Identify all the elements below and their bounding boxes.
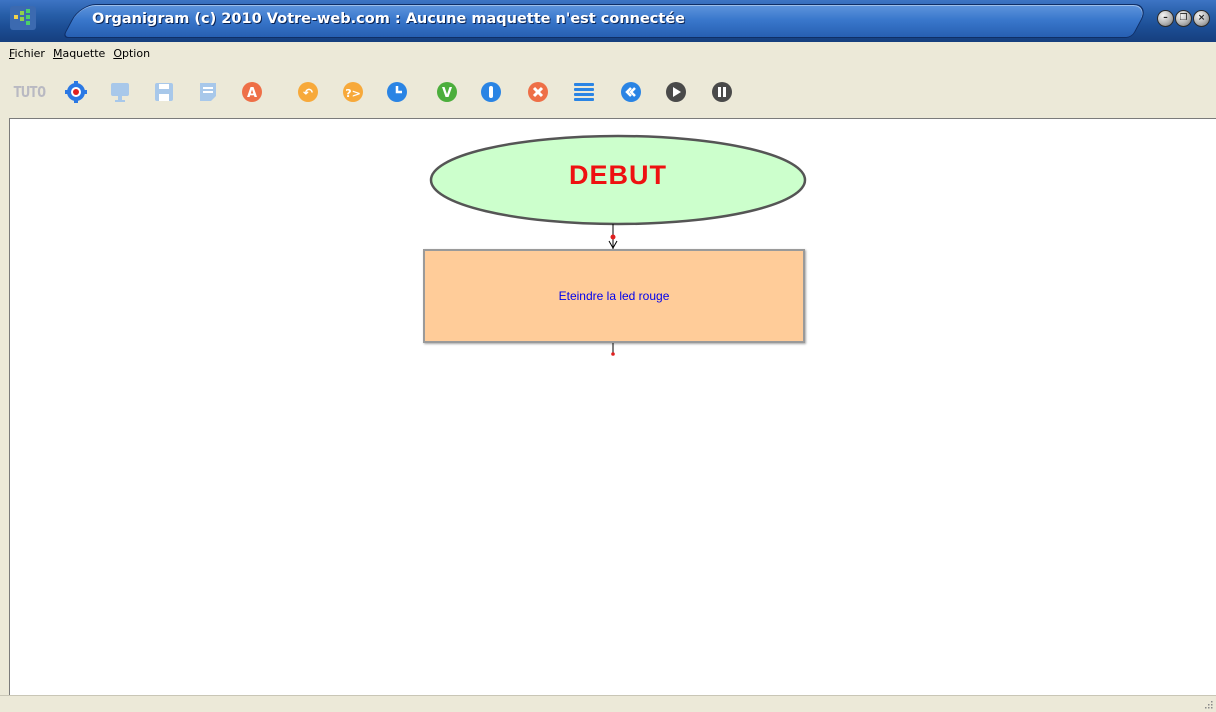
tuto-button[interactable]: TUTO xyxy=(13,83,46,101)
badge-a-icon[interactable]: A xyxy=(241,81,263,103)
action-node-label: Eteindre la led rouge xyxy=(558,289,670,303)
restore-icon[interactable]: ❐ xyxy=(1175,10,1192,27)
menu-fichier[interactable]: Fichier xyxy=(9,47,45,60)
flowchart-canvas[interactable] xyxy=(9,118,1216,695)
menu-maquette[interactable]: Maquette xyxy=(53,47,105,60)
svg-text:V: V xyxy=(442,86,452,101)
close-icon[interactable]: × xyxy=(1193,10,1210,27)
save-disk-icon[interactable] xyxy=(153,81,175,103)
pause-icon[interactable] xyxy=(711,81,733,103)
rewind-icon[interactable] xyxy=(620,81,642,103)
toolbar: TUTO A ↶ ?> V xyxy=(0,64,1216,118)
badge-v-icon[interactable]: V xyxy=(436,81,458,103)
info-icon[interactable] xyxy=(480,81,502,103)
window-controls: – ❐ × xyxy=(1157,10,1210,27)
badge-back-icon[interactable]: ↶ xyxy=(297,81,319,103)
settings-gear-icon[interactable] xyxy=(65,81,87,103)
svg-text:?>: ?> xyxy=(345,87,361,100)
left-frame xyxy=(0,118,9,695)
minimize-icon[interactable]: – xyxy=(1157,10,1174,27)
title-bar: Organigram (c) 2010 Votre-web.com : Aucu… xyxy=(0,0,1216,42)
window-title: Organigram (c) 2010 Votre-web.com : Aucu… xyxy=(92,11,685,27)
close-badge-icon[interactable] xyxy=(527,81,549,103)
action-node[interactable]: Eteindre la led rouge xyxy=(423,249,805,343)
clock-icon[interactable] xyxy=(386,81,408,103)
menu-bar: Fichier Maquette Option xyxy=(0,42,1216,64)
resize-grip-icon[interactable] xyxy=(1203,699,1213,709)
svg-text:A: A xyxy=(247,86,257,101)
start-node-label[interactable]: DEBUT xyxy=(430,160,806,191)
play-icon[interactable] xyxy=(665,81,687,103)
document-icon[interactable] xyxy=(197,81,219,103)
badge-question-icon[interactable]: ?> xyxy=(342,81,364,103)
monitor-icon[interactable] xyxy=(109,81,131,103)
app-icon[interactable] xyxy=(10,6,36,30)
status-bar xyxy=(0,695,1216,712)
menu-option[interactable]: Option xyxy=(113,47,150,60)
list-icon[interactable] xyxy=(573,81,595,103)
svg-text:↶: ↶ xyxy=(303,86,313,100)
